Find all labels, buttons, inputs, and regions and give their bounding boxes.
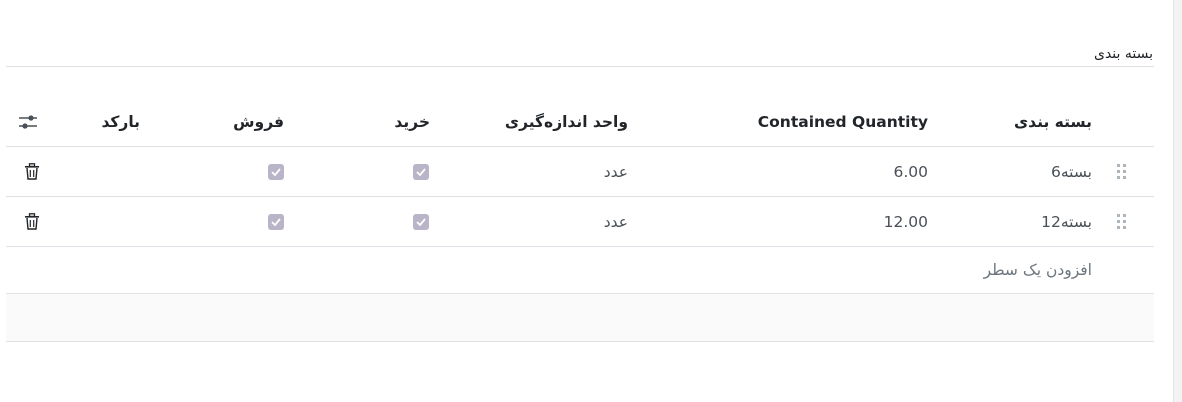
trash-icon[interactable]	[24, 163, 40, 180]
table-row[interactable]: 6بسته 6.00 عدد	[6, 147, 1154, 197]
sales-checkbox[interactable]	[268, 213, 284, 230]
column-header-uom[interactable]: واحد اندازه‌گیری	[505, 98, 628, 146]
section-divider	[6, 66, 1154, 67]
section-title: بسته بندی	[1094, 46, 1153, 62]
row-drag-handle[interactable]	[1117, 147, 1126, 196]
sales-checkbox[interactable]	[268, 163, 284, 180]
optional-columns-toggle[interactable]	[18, 98, 38, 146]
page-scrollbar[interactable]	[1173, 0, 1182, 402]
checkmark-icon	[416, 217, 426, 226]
cell-sales	[268, 197, 284, 246]
column-header-contained-quantity[interactable]: Contained Quantity	[758, 98, 928, 146]
delete-row-button[interactable]	[24, 197, 40, 246]
table-row[interactable]: 12بسته 12.00 عدد	[6, 197, 1154, 247]
cell-packaging[interactable]: 12بسته	[1041, 197, 1092, 246]
delete-row-button[interactable]	[24, 147, 40, 196]
packaging-table: بسته بندی Contained Quantity واحد اندازه…	[6, 98, 1154, 342]
empty-row	[6, 294, 1154, 342]
checkmark-icon	[271, 167, 281, 176]
cell-purchase	[413, 147, 429, 196]
cell-contained-quantity[interactable]: 6.00	[893, 147, 928, 196]
cell-contained-quantity[interactable]: 12.00	[884, 197, 928, 246]
drag-handle-icon[interactable]	[1117, 214, 1126, 229]
cell-packaging[interactable]: 6بسته	[1051, 147, 1092, 196]
trash-icon[interactable]	[24, 213, 40, 230]
cell-uom[interactable]: عدد	[604, 147, 628, 196]
cell-sales	[268, 147, 284, 196]
add-line-link[interactable]: افزودن یک سطر	[984, 247, 1092, 293]
checkmark-icon	[416, 167, 426, 176]
purchase-checkbox[interactable]	[413, 163, 429, 180]
cell-purchase	[413, 197, 429, 246]
add-line-row: افزودن یک سطر	[6, 247, 1154, 294]
column-header-purchase[interactable]: خرید	[394, 98, 430, 146]
sliders-icon[interactable]	[18, 114, 38, 130]
table-header: بسته بندی Contained Quantity واحد اندازه…	[6, 98, 1154, 147]
column-header-sales[interactable]: فروش	[233, 98, 284, 146]
column-header-packaging[interactable]: بسته بندی	[1014, 98, 1092, 146]
row-drag-handle[interactable]	[1117, 197, 1126, 246]
cell-uom[interactable]: عدد	[604, 197, 628, 246]
column-header-barcode[interactable]: بارکد	[101, 98, 140, 146]
purchase-checkbox[interactable]	[413, 213, 429, 230]
checkmark-icon	[271, 217, 281, 226]
drag-handle-icon[interactable]	[1117, 164, 1126, 179]
